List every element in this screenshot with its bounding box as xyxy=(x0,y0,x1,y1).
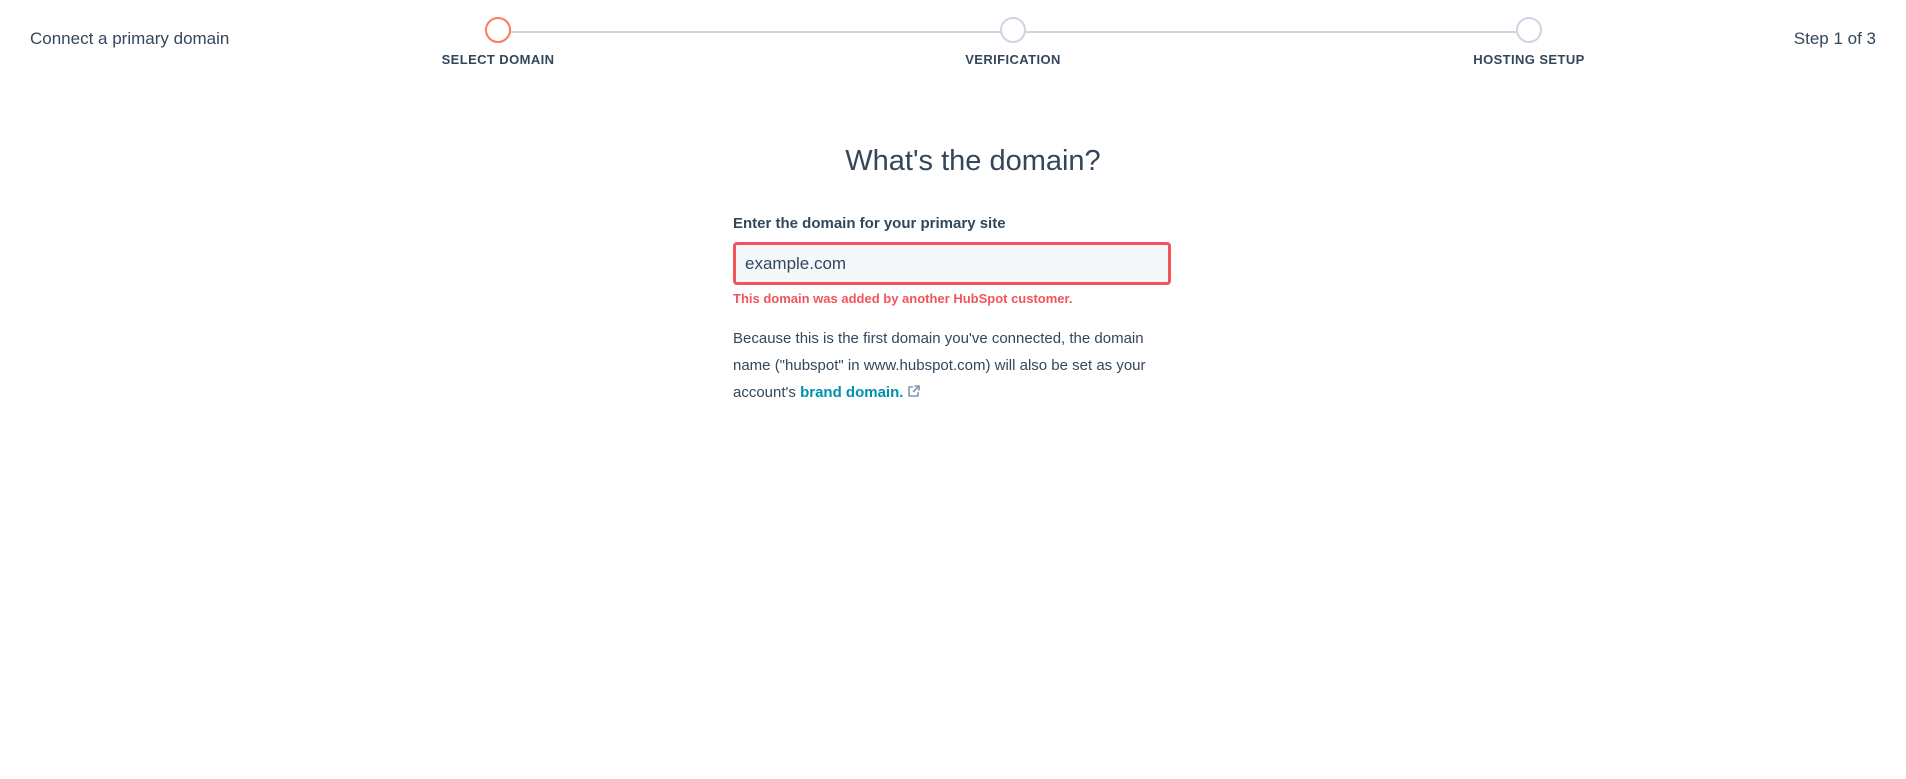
step-circle-icon xyxy=(1516,17,1542,43)
domain-error-message: This domain was added by another HubSpot… xyxy=(733,291,1073,306)
help-text-body: Because this is the first domain you've … xyxy=(733,330,1146,401)
domain-form: What's the domain? Enter the domain for … xyxy=(733,145,1173,406)
brand-domain-link-label: brand domain. xyxy=(800,384,904,401)
brand-domain-link[interactable]: brand domain. xyxy=(800,384,903,401)
domain-field-label: Enter the domain for your primary site xyxy=(733,215,1006,232)
step-label: HOSTING SETUP xyxy=(1473,52,1585,67)
step-verification: VERIFICATION xyxy=(893,17,1133,67)
step-select-domain: SELECT DOMAIN xyxy=(378,17,618,67)
step-label: VERIFICATION xyxy=(965,52,1061,67)
brand-domain-help-text: Because this is the first domain you've … xyxy=(733,325,1173,406)
domain-input[interactable] xyxy=(736,245,1168,282)
step-hosting-setup: HOSTING SETUP xyxy=(1409,17,1649,67)
page-title: What's the domain? xyxy=(845,145,1101,177)
step-label: SELECT DOMAIN xyxy=(441,52,555,67)
external-link-icon[interactable] xyxy=(907,384,921,398)
step-circle-icon xyxy=(1000,17,1026,43)
wizard-header: Connect a primary domain SELECT DOMAIN V… xyxy=(0,0,1906,80)
domain-setup-page: Connect a primary domain SELECT DOMAIN V… xyxy=(0,0,1906,779)
domain-input-wrapper xyxy=(733,242,1171,285)
flow-title: Connect a primary domain xyxy=(30,29,230,48)
step-counter: Step 1 of 3 xyxy=(1793,29,1876,48)
step-circle-icon xyxy=(485,17,511,43)
